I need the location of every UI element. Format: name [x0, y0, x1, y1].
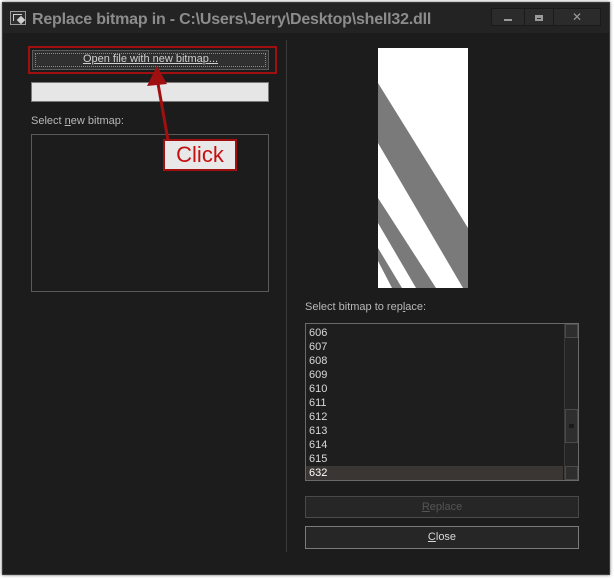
label-text: Select [31, 115, 65, 127]
scroll-down-button[interactable] [565, 466, 578, 480]
minimize-button[interactable] [491, 8, 525, 26]
window-title: Replace bitmap in - C:\Users\Jerry\Deskt… [32, 11, 432, 28]
label-text: ew bitmap: [70, 115, 124, 127]
bitmap-list[interactable]: 606 607 608 609 610 611 612 613 614 615 … [305, 323, 579, 481]
close-button[interactable]: Close [305, 526, 579, 549]
list-item[interactable]: 613 [306, 424, 563, 438]
click-callout: Click [163, 139, 237, 171]
scroll-up-button[interactable] [565, 324, 578, 338]
arrow-head [147, 66, 167, 86]
panel-divider [286, 40, 287, 552]
minimize-icon [504, 19, 512, 21]
select-replace-label: Select bitmap to replace: [305, 301, 426, 313]
scroll-thumb[interactable] [565, 409, 578, 443]
replace-button[interactable]: Replace [305, 496, 579, 518]
close-icon: ✕ [571, 10, 583, 24]
label-text: Select bitmap to rep [305, 301, 403, 313]
bitmap-list-items: 606 607 608 609 610 611 612 613 614 615 … [306, 326, 563, 480]
close-window-button[interactable]: ✕ [553, 8, 601, 26]
title-bar[interactable]: Replace bitmap in - C:\Users\Jerry\Deskt… [3, 3, 609, 33]
button-accel: C [427, 531, 436, 543]
list-item[interactable]: 608 [306, 354, 563, 368]
arrow-shaft [155, 77, 170, 141]
app-icon[interactable] [10, 11, 26, 25]
annotation-arrow [147, 66, 170, 141]
list-item[interactable]: 612 [306, 410, 563, 424]
list-item[interactable]: 607 [306, 340, 563, 354]
label-text: ace: [405, 301, 427, 313]
list-item[interactable]: 610 [306, 382, 563, 396]
button-text: lose [435, 531, 457, 543]
list-item-selected[interactable]: 632 [306, 466, 563, 480]
list-item[interactable]: 606 [306, 326, 563, 340]
button-accel: R [421, 501, 430, 513]
list-item[interactable]: 609 [306, 368, 563, 382]
button-text: eplace [429, 501, 463, 513]
current-bitmap-preview [378, 48, 468, 288]
maximize-icon [535, 15, 543, 21]
maximize-button[interactable] [524, 8, 554, 26]
list-item[interactable]: 611 [306, 396, 563, 410]
list-item[interactable]: 614 [306, 438, 563, 452]
select-new-bitmap-label: Select new bitmap: [31, 115, 124, 127]
list-scrollbar[interactable] [564, 324, 578, 480]
list-item[interactable]: 615 [306, 452, 563, 466]
